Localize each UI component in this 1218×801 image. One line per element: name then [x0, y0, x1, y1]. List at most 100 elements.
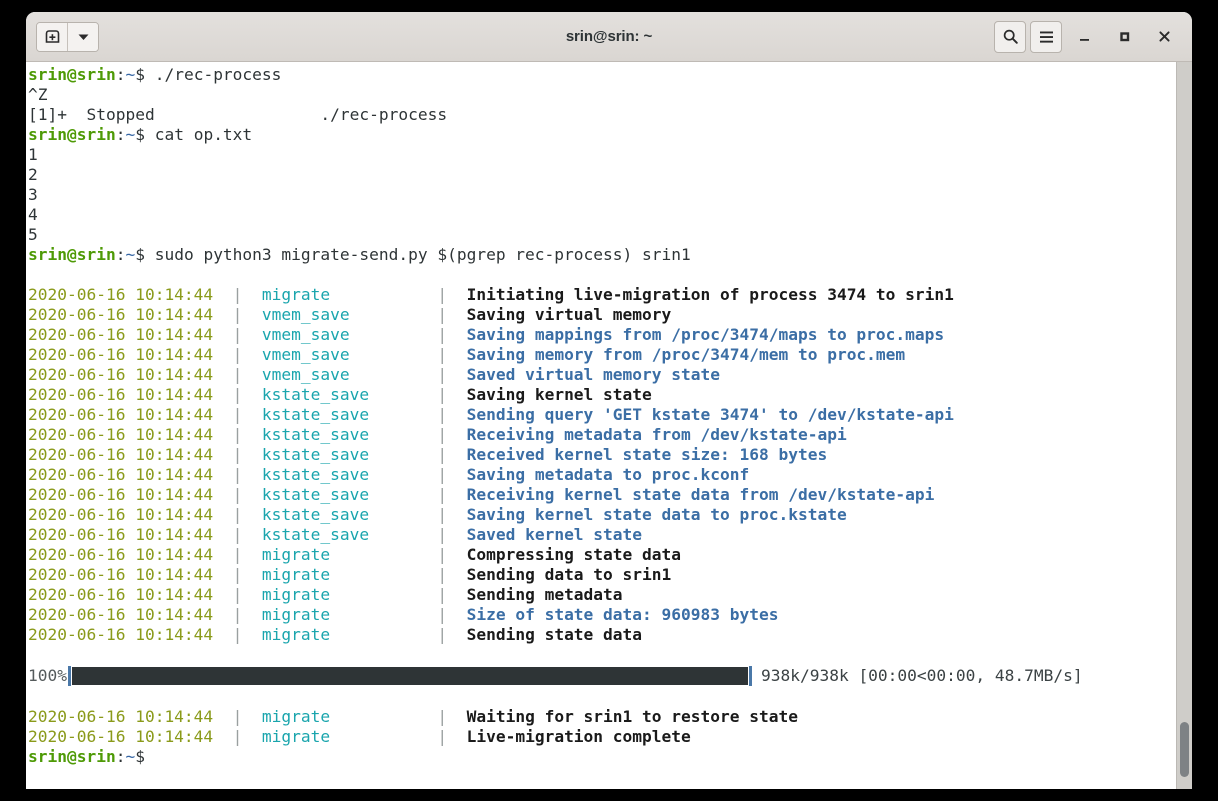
- prompt-path: ~: [125, 245, 136, 264]
- prompt-dollar: $: [135, 65, 145, 84]
- log-line: 2020-06-16 10:14:44 | migrate | Sending …: [28, 565, 1170, 585]
- log-message: Receiving metadata from /dev/kstate-api: [466, 425, 847, 444]
- log-line: 2020-06-16 10:14:44 | migrate | Initiati…: [28, 285, 1170, 305]
- search-icon: [1003, 29, 1018, 44]
- prompt-user-host: srin@srin: [28, 747, 116, 766]
- log-line: 2020-06-16 10:14:44 | vmem_save | Saving…: [28, 345, 1170, 365]
- log-separator: |: [232, 285, 243, 304]
- prompt-colon: :: [115, 65, 126, 84]
- suspend-marker-line: ^Z: [28, 85, 1170, 105]
- prompt-path: ~: [125, 125, 136, 144]
- new-tab-icon: [45, 30, 59, 43]
- log-module: kstate_save: [261, 405, 438, 424]
- maximize-button[interactable]: [1106, 22, 1142, 52]
- close-icon: [1158, 31, 1170, 42]
- log-separator: |: [437, 445, 448, 464]
- command-text: sudo python3 migrate-send.py $(pgrep rec…: [144, 245, 691, 264]
- progress-left-edge: [67, 666, 71, 686]
- menu-button[interactable]: [1030, 20, 1062, 53]
- prompt-path: ~: [125, 65, 136, 84]
- log-module: kstate_save: [261, 445, 438, 464]
- log-message: Live-migration complete: [466, 727, 691, 746]
- log-message: Saving virtual memory: [466, 305, 672, 324]
- prompt-user-host: srin@srin: [28, 245, 116, 264]
- terminal-scrollback: srin@srin:~$ ./rec-process ^Z [1]+ Stopped…: [28, 65, 1170, 767]
- log-separator: |: [437, 365, 448, 384]
- new-tab-dropdown-button[interactable]: [67, 22, 98, 51]
- command-text: ./rec-process: [144, 65, 282, 84]
- log-line: 2020-06-16 10:14:44 | kstate_save | Rece…: [28, 445, 1170, 465]
- minimize-button[interactable]: [1066, 22, 1102, 52]
- log-line: 2020-06-16 10:14:44 | kstate_save | Savi…: [28, 465, 1170, 485]
- prompt-dollar: $: [135, 747, 145, 766]
- log-line: 2020-06-16 10:14:44 | migrate | Live-mig…: [28, 727, 1170, 747]
- close-button[interactable]: [1146, 22, 1182, 52]
- log-module: migrate: [261, 565, 438, 584]
- log-separator: |: [437, 465, 448, 484]
- log-message: Waiting for srin1 to restore state: [466, 707, 798, 726]
- log-module: kstate_save: [261, 385, 438, 404]
- log-timestamp: 2020-06-16 10:14:44: [28, 305, 214, 324]
- search-button[interactable]: [994, 20, 1026, 53]
- log-module: kstate_save: [261, 505, 438, 524]
- log-line: 2020-06-16 10:14:44 | migrate | Compress…: [28, 545, 1170, 565]
- log-timestamp: 2020-06-16 10:14:44: [28, 445, 214, 464]
- terminal-content[interactable]: srin@srin:~$ ./rec-process ^Z [1]+ Stopped…: [26, 62, 1192, 789]
- minimize-icon: [1079, 39, 1089, 41]
- log-line: 2020-06-16 10:14:44 | migrate | Waiting …: [28, 707, 1170, 727]
- log-module: vmem_save: [261, 305, 438, 324]
- log-module: kstate_save: [261, 485, 438, 504]
- log-line: 2020-06-16 10:14:44 | kstate_save | Send…: [28, 405, 1170, 425]
- log-module: migrate: [261, 585, 438, 604]
- new-tab-button[interactable]: [37, 22, 67, 51]
- log-separator: |: [437, 565, 448, 584]
- log-separator: |: [232, 305, 243, 324]
- log-separator: |: [437, 285, 448, 304]
- scrollbar-thumb[interactable]: [1180, 722, 1189, 777]
- terminal-scrollbar[interactable]: [1176, 62, 1192, 789]
- cat-output-line: 5: [28, 225, 1170, 245]
- log-separator: |: [232, 565, 243, 584]
- log-separator: |: [232, 525, 243, 544]
- log-module: vmem_save: [261, 325, 438, 344]
- log-timestamp: 2020-06-16 10:14:44: [28, 325, 214, 344]
- log-timestamp: 2020-06-16 10:14:44: [28, 727, 214, 746]
- cat-output-value: 3: [28, 185, 38, 204]
- log-line: 2020-06-16 10:14:44 | migrate | Sending …: [28, 585, 1170, 605]
- log-separator: |: [232, 325, 243, 344]
- log-line: 2020-06-16 10:14:44 | kstate_save | Savi…: [28, 505, 1170, 525]
- log-message: Saving mappings from /proc/3474/maps to …: [466, 325, 945, 344]
- log-separator: |: [232, 445, 243, 464]
- log-message: Compressing state data: [466, 545, 682, 564]
- log-separator: |: [437, 385, 448, 404]
- log-separator: |: [232, 585, 243, 604]
- log-separator: |: [232, 465, 243, 484]
- log-separator: |: [437, 425, 448, 444]
- log-separator: |: [437, 405, 448, 424]
- log-separator: |: [232, 605, 243, 624]
- command-line-migrate: srin@srin:~$ sudo python3 migrate-send.p…: [28, 245, 1170, 265]
- log-separator: |: [437, 585, 448, 604]
- cat-output-value: 2: [28, 165, 38, 184]
- log-line: 2020-06-16 10:14:44 | migrate | Size of …: [28, 605, 1170, 625]
- prompt-user-host: srin@srin: [28, 65, 116, 84]
- log-line: 2020-06-16 10:14:44 | vmem_save | Saving…: [28, 325, 1170, 345]
- log-message: Saving metadata to proc.kconf: [466, 465, 750, 484]
- log-line: 2020-06-16 10:14:44 | vmem_save | Saving…: [28, 305, 1170, 325]
- cat-output-line: 3: [28, 185, 1170, 205]
- log-module: kstate_save: [261, 525, 438, 544]
- log-message: Sending data to srin1: [466, 565, 672, 584]
- cat-output-line: 1: [28, 145, 1170, 165]
- log-separator: |: [232, 485, 243, 504]
- log-message: Saving kernel state data to proc.kstate: [466, 505, 847, 524]
- log-separator: |: [437, 605, 448, 624]
- titlebar: srin@srin: ~: [26, 12, 1192, 62]
- log-separator: |: [437, 525, 448, 544]
- log-separator: |: [437, 707, 448, 726]
- log-timestamp: 2020-06-16 10:14:44: [28, 345, 214, 364]
- prompt-dollar: $: [135, 125, 145, 144]
- log-timestamp: 2020-06-16 10:14:44: [28, 625, 214, 644]
- log-separator: |: [232, 405, 243, 424]
- log-module: vmem_save: [261, 365, 438, 384]
- log-separator: |: [232, 707, 243, 726]
